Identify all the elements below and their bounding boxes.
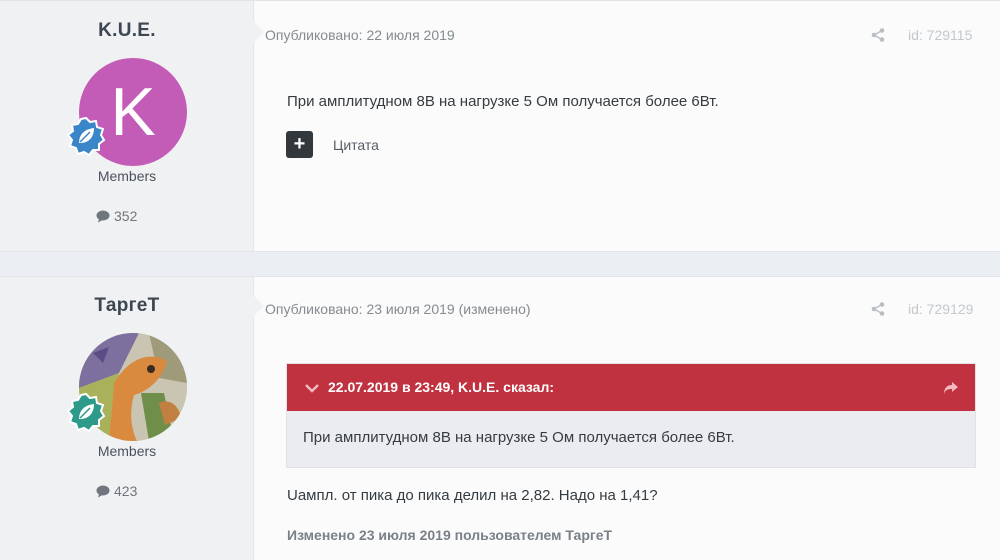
leaf-badge-icon <box>66 392 106 432</box>
post-729129: ТаргеТ Members 423 Опубликовано: 23 июля… <box>0 276 1000 560</box>
member-group: Members <box>97 443 157 459</box>
author-panel: ТаргеТ Members 423 <box>0 277 254 560</box>
post-id[interactable]: id: 729129 <box>908 301 973 317</box>
reply-arrow-icon[interactable] <box>943 380 959 396</box>
author-name[interactable]: ТаргеТ <box>0 295 254 317</box>
author-arrow <box>253 21 264 43</box>
quote-plus-button[interactable]: + <box>286 131 313 158</box>
author-arrow <box>253 295 264 317</box>
quote-header[interactable]: 22.07.2019 в 23:49, K.U.E. сказал: <box>287 364 975 411</box>
quote-button[interactable]: Цитата <box>333 137 379 153</box>
share-icon[interactable] <box>871 302 885 316</box>
post-id[interactable]: id: 729115 <box>908 27 972 43</box>
post-content: Uампл. от пика до пика делил на 2,82. На… <box>287 487 658 504</box>
post-count: 423 <box>96 483 137 499</box>
post-count-value: 352 <box>114 208 138 224</box>
published-date[interactable]: Опубликовано: 22 июля 2019 <box>265 27 455 43</box>
quote-citation[interactable]: 22.07.2019 в 23:49, K.U.E. сказал: <box>328 379 554 395</box>
quote-block: 22.07.2019 в 23:49, K.U.E. сказал: При а… <box>286 363 976 468</box>
author-panel: K.U.E. K Members 352 <box>0 1 254 251</box>
speech-bubble-icon <box>96 210 110 222</box>
post-729115: K.U.E. K Members 352 Опубликовано: 22 ию… <box>0 0 1000 252</box>
post-count: 352 <box>96 208 137 224</box>
share-icon[interactable] <box>871 28 885 42</box>
published-date[interactable]: Опубликовано: 23 июля 2019 (изменено) <box>265 301 531 317</box>
author-name[interactable]: K.U.E. <box>0 20 254 42</box>
plus-icon: + <box>293 133 306 155</box>
edited-note: Изменено 23 июля 2019 пользователем Тарг… <box>287 527 613 543</box>
post-count-value: 423 <box>114 483 138 499</box>
post-content: При амплитудном 8В на нагрузке 5 Ом полу… <box>287 93 719 110</box>
chevron-down-icon[interactable] <box>304 380 320 396</box>
speech-bubble-icon <box>96 485 110 497</box>
leaf-badge-icon <box>66 116 106 156</box>
member-group: Members <box>97 168 157 184</box>
quote-text: При амплитудном 8В на нагрузке 5 Ом полу… <box>303 429 735 446</box>
